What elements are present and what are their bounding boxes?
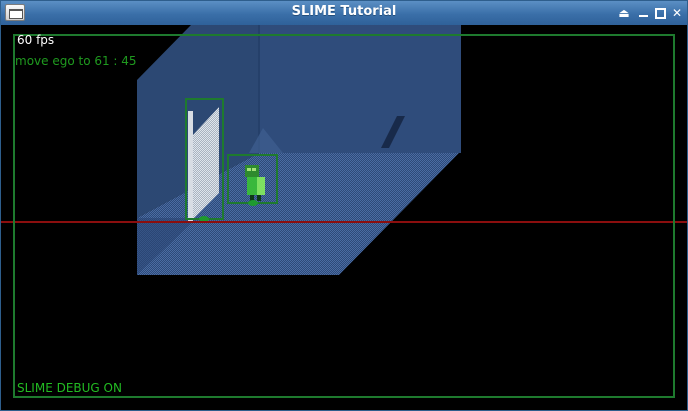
app-window: SLIME Tutorial ⏏ ✕ 60 fps move ego to 61… (0, 0, 688, 411)
eject-icon[interactable]: ⏏ (616, 5, 632, 21)
game-viewport[interactable]: 60 fps move ego to 61 : 45 SLIME DEBUG O… (1, 25, 687, 410)
status-message: move ego to 61 : 45 (15, 54, 137, 68)
ego-hotspot (248, 200, 258, 206)
window-title: SLIME Tutorial (291, 4, 397, 19)
title-bar[interactable]: SLIME Tutorial ⏏ ✕ (1, 1, 687, 25)
maximize-icon (654, 8, 666, 19)
debug-indicator: SLIME DEBUG ON (17, 381, 122, 395)
door-frame (188, 111, 193, 221)
minimize-icon (638, 15, 648, 17)
maximize-button[interactable] (652, 5, 668, 21)
minimize-button[interactable] (635, 5, 651, 21)
back-wall (259, 25, 461, 153)
close-button[interactable]: ✕ (669, 5, 685, 21)
close-icon: ✕ (671, 6, 683, 20)
fps-counter: 60 fps (17, 33, 55, 47)
game-scene[interactable] (1, 25, 687, 410)
